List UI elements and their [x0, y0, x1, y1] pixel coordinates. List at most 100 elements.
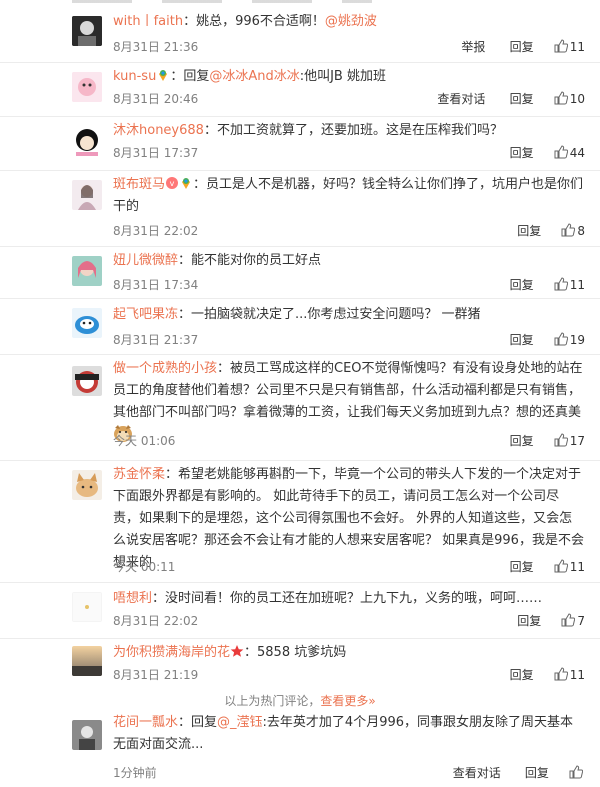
comment-item: 苏金怀柔：希望老姚能够再斟酌一下，毕竟一个公司的带头人下发的一个决定对于下面跟外… [0, 460, 600, 583]
like-button[interactable] [569, 764, 585, 782]
like-button[interactable]: 7 [561, 612, 585, 630]
thumbs-up-icon [554, 145, 568, 159]
comment-actions: 回复 8 [497, 222, 585, 241]
like-button[interactable]: 17 [554, 432, 585, 450]
like-count: 7 [577, 614, 585, 628]
like-count: 11 [569, 560, 585, 574]
comment-actions: 回复 7 [497, 612, 585, 631]
comment-author[interactable]: 花间一瓢水 [113, 715, 178, 730]
comment-text: ：没时间看！你的员工还在加班呢？上九下九，义务的哦，呵呵…… [152, 591, 543, 606]
reply-button[interactable]: 回复 [510, 432, 534, 450]
comment-author[interactable]: 为你积攒满海岸的花 [113, 645, 230, 660]
comment-item: 做一个成熟的小孩：被员工骂成这样的CEO不觉得惭愧吗？有没有设身处地的站在员工的… [0, 354, 600, 461]
reply-button[interactable]: 回复 [525, 764, 549, 782]
view-more-link[interactable]: 查看更多» [320, 694, 375, 708]
avatar[interactable] [72, 470, 102, 500]
avatar[interactable] [72, 592, 102, 622]
comment-actions: 举报 回复 11 [441, 38, 585, 57]
like-button[interactable]: 11 [554, 38, 585, 56]
avatar[interactable] [72, 720, 102, 750]
comment-author[interactable]: 沐沐honey688 [113, 123, 204, 138]
comment-meta: 8月31日 22:02 回复 8 [113, 222, 585, 240]
comment-author[interactable]: 唔想利 [113, 591, 152, 606]
like-count: 19 [569, 333, 585, 347]
avatar[interactable] [72, 126, 102, 156]
comment-meta: 8月31日 17:37 回复 44 [113, 144, 585, 162]
comment-item: 花间一瓢水：回复@_滢钰:去年英才加了4个月996，同事跟女朋友除了周天基本无面… [0, 708, 600, 787]
like-button[interactable]: 11 [554, 558, 585, 576]
comment-text: ：不加工资就算了，还要加班。这是在压榨我们吗？ [203, 123, 503, 138]
like-button[interactable]: 11 [554, 276, 585, 294]
comment-time: 8月31日 20:46 [113, 92, 199, 106]
comment-body: 为你积攒满海岸的花 ：5858 坑爹坑妈 [113, 642, 585, 664]
comment-text: ：一拍脑袋就决定了...你考虑过安全问题吗？ 一群猪 [178, 307, 481, 322]
comment-actions: 回复 19 [490, 331, 585, 350]
comment-item: with丨faith：姚总，996不合适啊！@姚劲波 8月31日 21:36 举… [0, 6, 600, 63]
mention-link[interactable]: @姚劲波 [325, 14, 377, 29]
rainbow-badge-icon [182, 178, 191, 189]
view-conversation-button[interactable]: 查看对话 [453, 764, 501, 782]
comment-item: 唔想利：没时间看！你的员工还在加班呢？上九下九，义务的哦，呵呵…… 8月31日 … [0, 582, 600, 639]
comment-meta: 8月31日 21:36 举报 回复 11 [113, 38, 585, 56]
thumbs-up-icon [561, 613, 576, 627]
comment-time: 8月31日 22:02 [113, 224, 199, 238]
like-button[interactable]: 19 [554, 331, 585, 349]
comment-author[interactable]: kun-su [113, 69, 156, 84]
thumbs-up-icon [554, 39, 568, 53]
avatar[interactable] [72, 256, 102, 286]
mention-link[interactable]: @冰冰And冰冰 [209, 69, 299, 84]
comment-time: 8月31日 21:19 [113, 668, 199, 682]
avatar[interactable] [72, 646, 102, 676]
comment-time: 8月31日 21:37 [113, 333, 199, 347]
comment-time: 1分钟前 [113, 766, 157, 780]
like-button[interactable]: 8 [561, 222, 585, 240]
report-button[interactable]: 举报 [461, 38, 485, 56]
reply-button[interactable]: 回复 [510, 38, 534, 56]
thumbs-up-icon [554, 332, 568, 346]
like-count: 10 [569, 92, 585, 106]
comment-actions: 回复 17 [490, 432, 585, 451]
like-button[interactable]: 44 [554, 144, 585, 162]
svg-text:v: v [170, 179, 175, 188]
avatar[interactable] [72, 366, 102, 396]
reply-button[interactable]: 回复 [517, 612, 541, 630]
comment-author[interactable]: 苏金怀柔 [113, 467, 165, 482]
comment-item: kun-su ：回复@冰冰And冰冰:他叫JB 姚加班 8月31日 20:46 查… [0, 62, 600, 117]
comment-time: 8月31日 22:02 [113, 614, 199, 628]
reply-button[interactable]: 回复 [517, 222, 541, 240]
comment-author[interactable]: 做一个成熟的小孩 [113, 361, 217, 376]
avatar[interactable] [72, 308, 102, 338]
comment-meta: 8月31日 20:46 查看对话 回复 10 [113, 90, 585, 108]
comment-author[interactable]: 斑布斑马 [113, 177, 165, 192]
comment-body: 花间一瓢水：回复@_滢钰:去年英才加了4个月996，同事跟女朋友除了周天基本无面… [113, 712, 585, 756]
view-conversation-button[interactable]: 查看对话 [437, 90, 485, 108]
reply-button[interactable]: 回复 [510, 558, 534, 576]
comment-author[interactable]: with丨faith [113, 14, 183, 29]
star-badge-icon [230, 645, 244, 657]
reply-button[interactable]: 回复 [510, 276, 534, 294]
comment-time: 8月31日 21:36 [113, 40, 199, 54]
avatar[interactable] [72, 72, 102, 102]
cropped-previous-comment [72, 0, 372, 3]
reply-button[interactable]: 回复 [510, 331, 534, 349]
thumbs-up-icon [554, 277, 568, 291]
comment-author[interactable]: 起飞吧果冻 [113, 307, 178, 322]
like-count: 11 [569, 668, 585, 682]
comment-item: 妞儿微微醉：能不能对你的员工好点 8月31日 17:34 回复 11 [0, 246, 600, 299]
like-count: 11 [569, 278, 585, 292]
thumbs-up-icon [554, 433, 568, 447]
reply-button[interactable]: 回复 [510, 666, 534, 684]
comment-text: ：希望老姚能够再斟酌一下，毕竟一个公司的带头人下发的一个决定对于下面跟外界都是有… [113, 467, 584, 570]
like-button[interactable]: 11 [554, 666, 585, 684]
like-button[interactable]: 10 [554, 90, 585, 108]
like-count: 17 [569, 434, 585, 448]
avatar[interactable] [72, 180, 102, 210]
avatar[interactable] [72, 16, 102, 46]
hot-comments-footer: 以上为热门评论，查看更多» [0, 692, 600, 709]
mention-link[interactable]: @_滢钰 [217, 715, 263, 730]
comment-author[interactable]: 妞儿微微醉 [113, 253, 178, 268]
comment-meta: 今天 01:06 回复 17 [113, 432, 585, 450]
like-count: 11 [569, 40, 585, 54]
reply-button[interactable]: 回复 [510, 144, 534, 162]
reply-button[interactable]: 回复 [510, 90, 534, 108]
